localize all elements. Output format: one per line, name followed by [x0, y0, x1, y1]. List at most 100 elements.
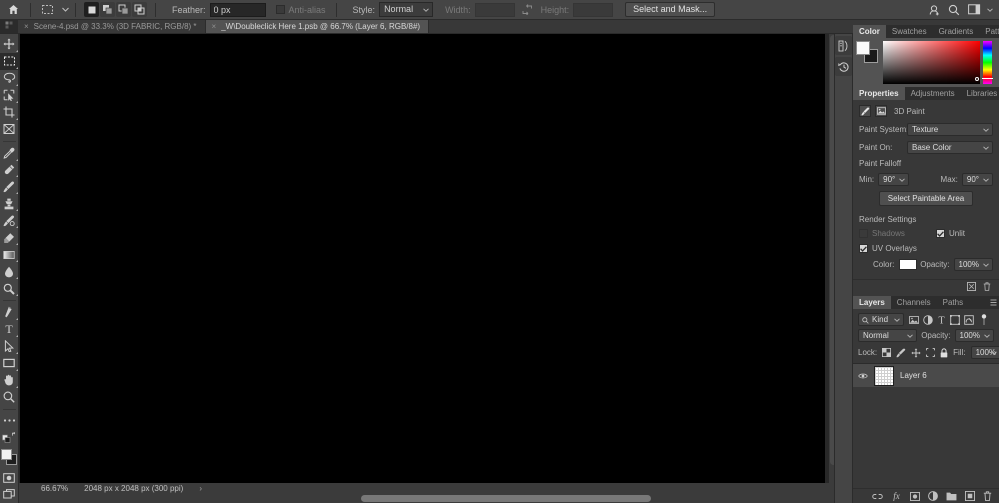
- hue-slider-marker[interactable]: [982, 78, 993, 80]
- rectangular-marquee-tool[interactable]: [0, 52, 19, 70]
- zoom-level[interactable]: 66.67%: [41, 484, 68, 493]
- filter-type-layers-icon[interactable]: T: [937, 315, 946, 325]
- new-group-icon[interactable]: [946, 492, 957, 501]
- lasso-tool[interactable]: [0, 70, 19, 87]
- tab-libraries[interactable]: Libraries: [961, 87, 999, 100]
- layer-filter-kind-select[interactable]: Kind: [858, 313, 904, 326]
- color-spectrum-field[interactable]: [883, 41, 980, 84]
- delete-properties-icon[interactable]: [983, 282, 991, 291]
- screen-mode-button[interactable]: [0, 486, 19, 503]
- subtract-from-selection-button[interactable]: [116, 2, 131, 17]
- brush-tool[interactable]: [0, 178, 19, 195]
- canvas-horizontal-scrollbar[interactable]: [19, 494, 838, 503]
- dodge-tool[interactable]: [0, 280, 19, 297]
- falloff-min-select[interactable]: 90°: [878, 173, 910, 186]
- close-icon[interactable]: ×: [24, 22, 29, 31]
- zoom-tool[interactable]: [0, 389, 19, 406]
- paint-brush-mode-icon[interactable]: [859, 105, 871, 117]
- tab-patterns[interactable]: Patterns: [979, 25, 999, 38]
- panel-menu-icon[interactable]: [988, 296, 999, 309]
- eraser-tool[interactable]: [0, 229, 19, 246]
- edit-toolbar-ellipsis-icon[interactable]: [0, 413, 19, 430]
- document-tab-doubleclick-here[interactable]: × _W\Doubleclick Here 1.psb @ 66.7% (Lay…: [205, 20, 430, 33]
- tab-layers[interactable]: Layers: [853, 296, 891, 309]
- lock-image-pixels-icon[interactable]: [896, 348, 906, 358]
- layer-visibility-toggle-icon[interactable]: [858, 372, 868, 380]
- foreground-color-swatch[interactable]: [856, 41, 870, 55]
- default-colors-icon[interactable]: [0, 429, 19, 446]
- fill-select[interactable]: 100%: [970, 346, 999, 359]
- new-adjustment-layer-icon[interactable]: [928, 491, 938, 501]
- status-expand-arrow-icon[interactable]: ›: [199, 484, 202, 493]
- add-to-selection-button[interactable]: [100, 2, 115, 17]
- link-layers-icon[interactable]: [872, 493, 883, 500]
- width-input[interactable]: [474, 2, 515, 17]
- tab-adjustments[interactable]: Adjustments: [905, 87, 961, 100]
- active-tool-marquee-icon[interactable]: [35, 0, 59, 20]
- quick-mask-mode-button[interactable]: [0, 469, 19, 486]
- crop-tool[interactable]: [0, 104, 19, 121]
- filter-adjustment-layers-icon[interactable]: [923, 314, 933, 325]
- color-swatches[interactable]: [0, 448, 19, 469]
- shadows-checkbox[interactable]: [859, 229, 868, 238]
- spot-healing-brush-tool[interactable]: [0, 162, 19, 179]
- rectangle-tool[interactable]: [0, 355, 19, 372]
- pen-tool[interactable]: [0, 304, 19, 321]
- filter-toggle-switch-icon[interactable]: [980, 313, 988, 326]
- lock-transparent-pixels-icon[interactable]: [882, 348, 892, 357]
- height-input[interactable]: [573, 2, 614, 17]
- falloff-max-select[interactable]: 90°: [961, 173, 993, 186]
- search-icon[interactable]: [945, 1, 963, 19]
- lock-position-icon[interactable]: [911, 347, 921, 358]
- anti-alias-checkbox[interactable]: [275, 5, 285, 14]
- uv-color-swatch[interactable]: [899, 259, 918, 270]
- workspace-icon[interactable]: [965, 1, 983, 19]
- hand-tool[interactable]: [0, 372, 19, 389]
- blur-tool[interactable]: [0, 263, 19, 280]
- new-layer-icon[interactable]: [965, 491, 975, 501]
- blend-mode-select[interactable]: Normal: [858, 329, 918, 342]
- close-icon[interactable]: ×: [212, 22, 217, 31]
- lock-all-icon[interactable]: [940, 347, 948, 358]
- tool-preset-chevron-down-icon[interactable]: [59, 0, 71, 20]
- filter-smart-objects-icon[interactable]: [964, 314, 974, 325]
- tab-swatches[interactable]: Swatches: [886, 25, 933, 38]
- history-brush-tool[interactable]: [0, 212, 19, 229]
- select-paintable-area-button[interactable]: Select Paintable Area: [878, 191, 974, 206]
- unlit-checkbox[interactable]: [935, 229, 945, 238]
- delete-layer-icon[interactable]: [983, 491, 992, 501]
- reset-properties-icon[interactable]: [967, 282, 976, 291]
- object-selection-tool[interactable]: [0, 87, 19, 104]
- tab-properties[interactable]: Properties: [853, 87, 905, 100]
- home-icon[interactable]: [0, 0, 26, 20]
- canvas-area[interactable]: 66.67% 2048 px x 2048 px (300 ppi) ›: [19, 34, 853, 503]
- frame-tool[interactable]: [0, 121, 19, 138]
- foreground-color-swatch[interactable]: [0, 449, 12, 461]
- select-and-mask-button[interactable]: Select and Mask...: [625, 2, 716, 17]
- new-selection-button[interactable]: [84, 2, 99, 17]
- paint-on-select[interactable]: Base Color: [907, 141, 993, 154]
- feather-input[interactable]: [209, 2, 266, 17]
- paint-system-select[interactable]: Texture: [907, 123, 993, 136]
- scrollbar-thumb[interactable]: [361, 495, 651, 502]
- share-icon[interactable]: [925, 1, 943, 19]
- add-layer-mask-icon[interactable]: [910, 491, 920, 501]
- hue-slider[interactable]: [982, 41, 993, 84]
- intersect-with-selection-button[interactable]: [132, 2, 147, 17]
- 3d-panel-icon[interactable]: [835, 36, 852, 55]
- gradient-tool[interactable]: [0, 246, 19, 263]
- style-select[interactable]: Normal: [379, 2, 434, 17]
- layer-opacity-select[interactable]: 100%: [954, 329, 994, 342]
- table-row[interactable]: Layer 6: [853, 364, 999, 387]
- layer-style-icon[interactable]: fx: [891, 491, 902, 501]
- color-panel-swatches[interactable]: [856, 41, 880, 65]
- type-tool[interactable]: T: [0, 321, 19, 338]
- tab-gradients[interactable]: Gradients: [933, 25, 980, 38]
- clone-stamp-tool[interactable]: [0, 195, 19, 212]
- texture-image-icon[interactable]: [875, 105, 887, 117]
- document-canvas[interactable]: [20, 34, 825, 489]
- lock-artboard-nesting-icon[interactable]: [926, 348, 936, 357]
- history-panel-icon[interactable]: [835, 57, 852, 76]
- color-picker-marker[interactable]: [975, 77, 979, 81]
- filter-pixel-layers-icon[interactable]: [909, 315, 919, 324]
